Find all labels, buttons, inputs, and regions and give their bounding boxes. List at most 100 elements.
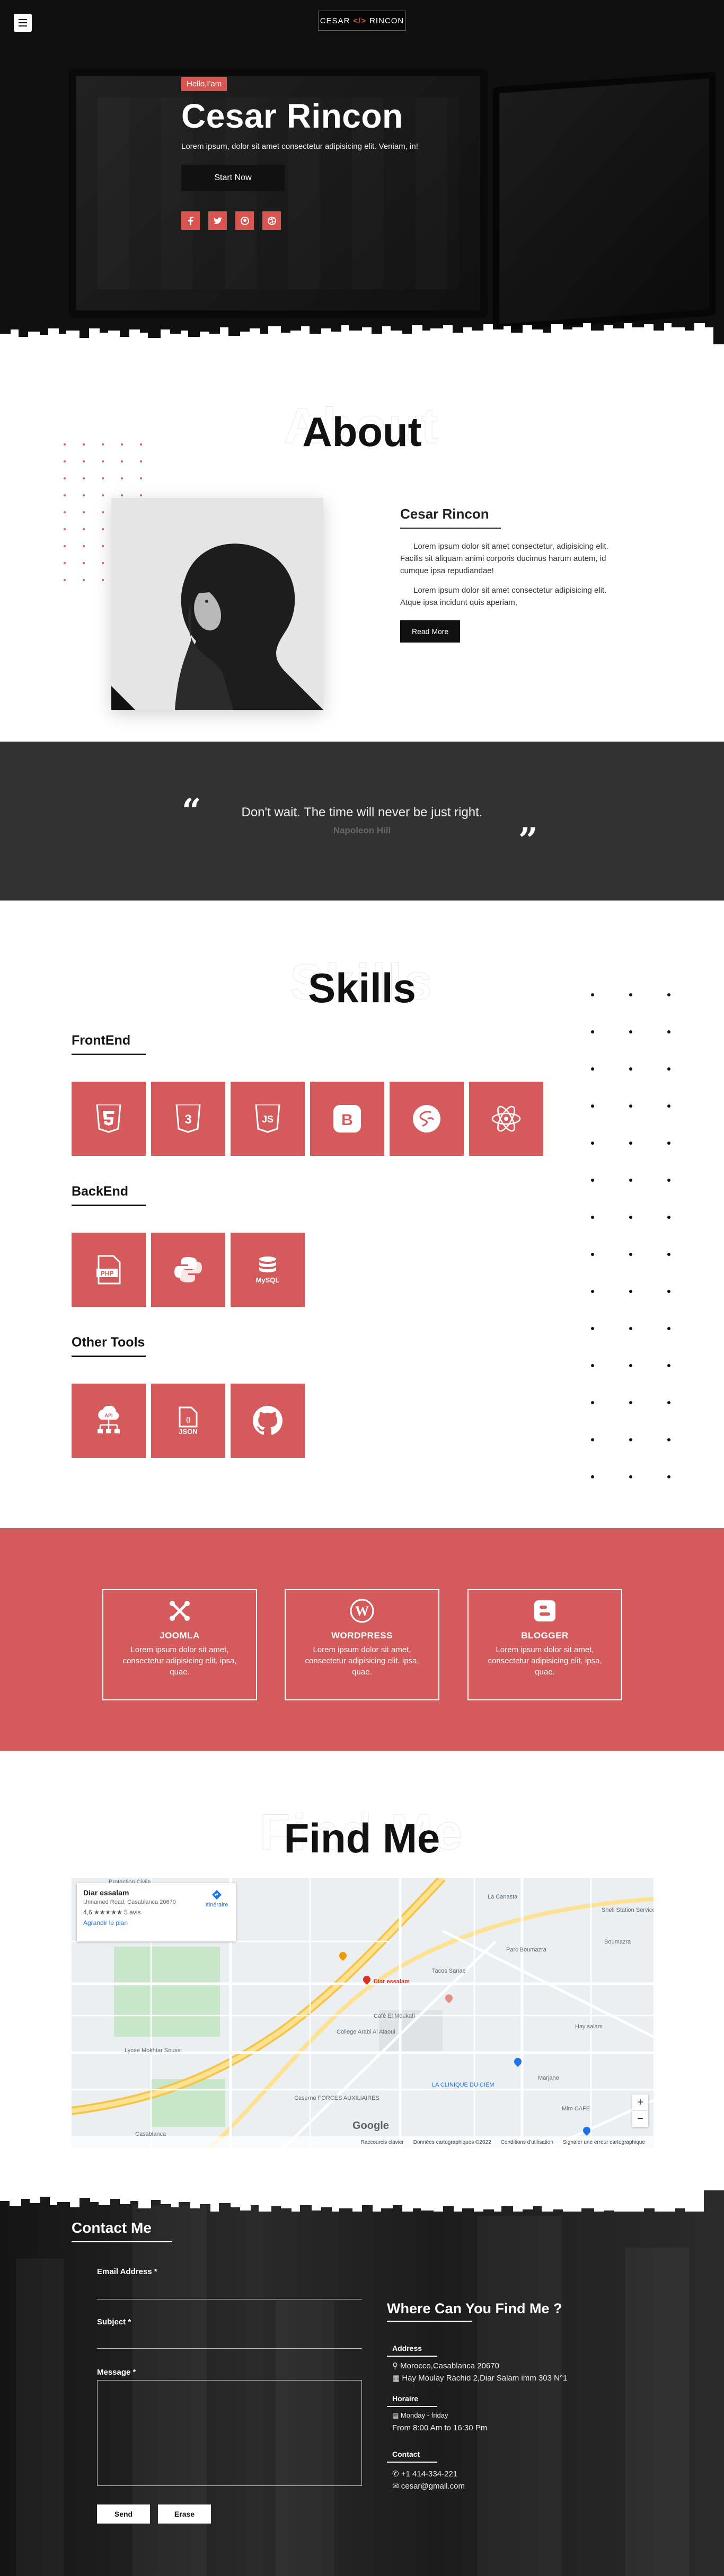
json-icon[interactable]: {} JSON bbox=[151, 1384, 225, 1458]
map-label: Boumazra bbox=[604, 1939, 631, 1945]
message-textarea[interactable] bbox=[97, 2380, 362, 2486]
twitter-icon[interactable] bbox=[208, 211, 227, 230]
hours-line-2: From 8:00 Am to 16:30 Pm bbox=[392, 2423, 488, 2432]
jagged-divider bbox=[0, 323, 713, 344]
hours-line-1: ▤ Monday - friday bbox=[392, 2411, 448, 2419]
dot bbox=[102, 477, 104, 479]
map-label: Parc Boumazra bbox=[506, 1947, 546, 1953]
bootstrap-icon[interactable]: B bbox=[310, 1082, 384, 1156]
dot bbox=[64, 443, 66, 445]
svg-text:API: API bbox=[104, 1413, 112, 1418]
map-label: LA CLINIQUE DU CIEM bbox=[432, 2082, 495, 2088]
terms-link[interactable]: Conditions d'utilisation bbox=[501, 2140, 553, 2145]
dot bbox=[667, 1216, 670, 1219]
zoom-out-button[interactable]: − bbox=[632, 2111, 648, 2127]
dot bbox=[83, 477, 85, 479]
envelope-icon: ✉ bbox=[392, 2482, 401, 2491]
dot bbox=[591, 1364, 594, 1367]
dot bbox=[121, 477, 123, 479]
dot bbox=[102, 511, 104, 513]
service-title: WORDPRESS bbox=[331, 1630, 393, 1641]
directions-button[interactable]: Itinéraire bbox=[205, 1889, 228, 1908]
javascript-icon[interactable]: JS bbox=[231, 1082, 305, 1156]
map-label: Caserne FORCES AUXILIAIRES bbox=[294, 2095, 379, 2101]
sass-icon[interactable] bbox=[390, 1082, 464, 1156]
json-label: JSON bbox=[179, 1427, 198, 1436]
enlarge-map-link[interactable]: Agrandir le plan bbox=[83, 1919, 229, 1927]
brand-left: CESAR bbox=[320, 16, 350, 25]
dot bbox=[629, 1179, 632, 1182]
dribbble-icon[interactable] bbox=[262, 211, 281, 230]
report-error-link[interactable]: Signaler une erreur cartographique bbox=[563, 2140, 645, 2145]
dot bbox=[64, 494, 66, 496]
dot bbox=[629, 1216, 632, 1219]
dot bbox=[629, 1475, 632, 1478]
html5-icon[interactable] bbox=[72, 1082, 146, 1156]
map-label: Tacos Sanae bbox=[432, 1968, 466, 1974]
quote-text: Don't wait. The time will never be just … bbox=[241, 805, 483, 819]
dot bbox=[667, 1142, 670, 1145]
send-button[interactable]: Send bbox=[97, 2504, 150, 2524]
social-links bbox=[181, 211, 418, 230]
map-label: Hay salam bbox=[575, 2024, 603, 2030]
dot bbox=[629, 993, 632, 996]
service-card-blogger[interactable]: BLOGGER Lorem ipsum dolor sit amet, cons… bbox=[467, 1589, 622, 1700]
dot bbox=[667, 1438, 670, 1441]
dot bbox=[629, 1290, 632, 1293]
hero-content: Hello,I'am Cesar Rincon Lorem ipsum, dol… bbox=[181, 77, 418, 230]
message-label: Message * bbox=[97, 2368, 136, 2377]
css3-icon[interactable]: 3 bbox=[151, 1082, 225, 1156]
dot bbox=[591, 1142, 594, 1145]
dot bbox=[591, 1067, 594, 1071]
google-map[interactable]: Protection Civile La Canasta Shell Stati… bbox=[72, 1878, 654, 2148]
brand-right: RINCON bbox=[369, 16, 404, 25]
service-card-joomla[interactable]: JOOMLA Lorem ipsum dolor sit amet, conse… bbox=[102, 1589, 257, 1700]
dot bbox=[140, 494, 142, 496]
dot bbox=[102, 579, 104, 581]
dot bbox=[629, 1438, 632, 1441]
phone-line: ✆ +1 414-334-221 bbox=[392, 2470, 458, 2479]
erase-button[interactable]: Erase bbox=[158, 2504, 211, 2524]
contact-heading: Contact bbox=[392, 2450, 420, 2458]
map-label: Marjane bbox=[538, 2075, 559, 2081]
directions-icon bbox=[212, 1890, 222, 1900]
dot bbox=[64, 477, 66, 479]
other-tools-group: Other Tools API {} JSON bbox=[72, 1335, 305, 1458]
dot bbox=[102, 545, 104, 547]
react-icon[interactable] bbox=[469, 1082, 543, 1156]
github-icon[interactable] bbox=[231, 1384, 305, 1458]
dot bbox=[140, 477, 142, 479]
map-label: Shell Station Service Park bbox=[602, 1907, 654, 1913]
address-line-2: ▦ Hay Moulay Rachid 2,Diar Salam imm 303… bbox=[392, 2374, 568, 2383]
php-icon[interactable]: PHP bbox=[72, 1233, 146, 1307]
hamburger-icon[interactable] bbox=[14, 14, 32, 32]
api-icon[interactable]: API bbox=[72, 1384, 146, 1458]
python-icon[interactable] bbox=[151, 1233, 225, 1307]
email-line: ✉ cesar@gmail.com bbox=[392, 2482, 465, 2491]
start-now-button[interactable]: Start Now bbox=[181, 165, 285, 191]
js-label: JS bbox=[262, 1114, 273, 1125]
location-pin-icon: ⚲ bbox=[392, 2361, 401, 2370]
zoom-in-button[interactable]: + bbox=[632, 2094, 648, 2111]
directions-label: Itinéraire bbox=[205, 1902, 228, 1908]
map-place-card[interactable]: Diar essalam Unnamed Road, Casablanca 20… bbox=[77, 1883, 236, 1941]
services-section: JOOMLA Lorem ipsum dolor sit amet, conse… bbox=[0, 1528, 724, 1751]
github-icon[interactable] bbox=[235, 211, 254, 230]
brand-logo[interactable]: CESAR </> RINCON bbox=[318, 11, 406, 31]
facebook-icon[interactable] bbox=[181, 211, 200, 230]
frontend-heading: FrontEnd bbox=[72, 1033, 131, 1048]
dot bbox=[629, 1364, 632, 1367]
dot bbox=[591, 1104, 594, 1108]
read-more-button[interactable]: Read More bbox=[400, 620, 461, 643]
bootstrap-label: B bbox=[341, 1111, 353, 1129]
dot bbox=[629, 1142, 632, 1145]
about-paragraph-2: Lorem ipsum dolor sit amet consectetur a… bbox=[400, 586, 607, 607]
dot bbox=[64, 460, 66, 462]
mysql-label: MySQL bbox=[255, 1276, 280, 1284]
service-card-wordpress[interactable]: W WORDPRESS Lorem ipsum dolor sit amet, … bbox=[285, 1589, 439, 1700]
keyboard-shortcuts-link[interactable]: Raccourcis clavier bbox=[361, 2140, 404, 2145]
address-line-1: ⚲ Morocco,Casablanca 20670 bbox=[392, 2361, 499, 2370]
decorative-dots bbox=[591, 993, 670, 1478]
subject-field[interactable] bbox=[97, 2348, 362, 2349]
mysql-icon[interactable]: MySQL bbox=[231, 1233, 305, 1307]
